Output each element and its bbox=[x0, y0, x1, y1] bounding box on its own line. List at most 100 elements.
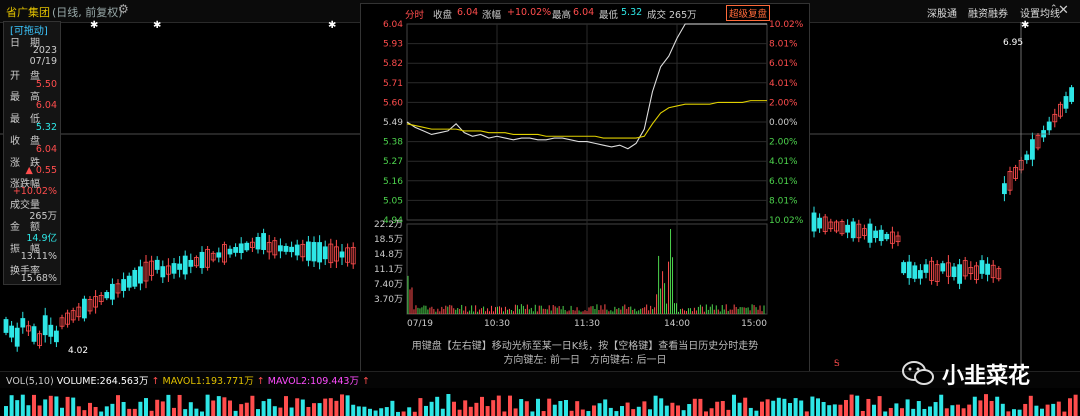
volume-strip-bar bbox=[452, 401, 456, 416]
candle-body bbox=[289, 246, 295, 253]
volume-strip-bar bbox=[362, 406, 367, 416]
volume-strip-bar bbox=[1051, 403, 1056, 416]
volume-strip-bar bbox=[956, 404, 960, 416]
watermark: 小韭菜花 bbox=[900, 356, 1070, 390]
volume-strip-bar bbox=[306, 406, 311, 416]
volume-strip-bar bbox=[323, 398, 328, 416]
candle-body bbox=[1063, 96, 1069, 109]
volume-strip-bar bbox=[659, 398, 664, 416]
candle-body bbox=[811, 212, 817, 232]
candle-body bbox=[985, 263, 990, 275]
volume-strip-bar bbox=[849, 394, 854, 416]
candle-body bbox=[54, 330, 59, 343]
volume-strip-bar bbox=[782, 398, 787, 416]
volume-strip-bar bbox=[715, 401, 720, 416]
candle-body bbox=[912, 265, 918, 279]
pct-tick-label: 4.01% bbox=[769, 79, 798, 89]
volume-strip-bar bbox=[519, 399, 524, 416]
event-marker-icon[interactable]: Ꭶ bbox=[834, 359, 840, 369]
volume-strip-bar bbox=[631, 409, 636, 416]
volume-strip-bar bbox=[776, 397, 781, 416]
pct-tick-label: 6.01% bbox=[769, 177, 798, 187]
candle-body bbox=[979, 260, 985, 274]
volume-strip-bar bbox=[821, 401, 826, 416]
volume-strip-bar bbox=[256, 409, 260, 416]
volume-strip-bar bbox=[502, 411, 507, 416]
volume-strip-bar bbox=[295, 398, 300, 416]
timeshare-chart[interactable]: 6.04 10.02% 5.93 8.01% 5.82 6.01% 5.71 4.01% 5.6… bbox=[361, 4, 809, 374]
candle-body bbox=[132, 269, 138, 287]
volume-strip-bar bbox=[743, 397, 748, 416]
volume-strip-bar bbox=[676, 405, 680, 416]
candle-body bbox=[261, 233, 267, 250]
candle-body bbox=[845, 224, 850, 233]
volume-strip-bar bbox=[418, 398, 423, 416]
candle-body bbox=[227, 248, 233, 255]
volume-strip-bar bbox=[866, 398, 871, 416]
volume-strip-bar bbox=[754, 410, 759, 416]
candle-body bbox=[951, 266, 957, 278]
info-panel[interactable]: [可拖动] 日 期 2023 07/19 开 盘 5.50 最 高 6.04 最… bbox=[3, 21, 61, 285]
candle-body bbox=[160, 266, 166, 278]
volume-strip-bar bbox=[37, 405, 42, 416]
candle-body bbox=[873, 230, 878, 239]
volume-strip-bar bbox=[664, 405, 669, 416]
candle-body bbox=[188, 259, 194, 267]
volume-strip-bar bbox=[1040, 408, 1044, 416]
candle-body bbox=[182, 255, 188, 275]
pct-tick-label: 0.00% bbox=[769, 118, 798, 128]
volume-strip-bar bbox=[480, 396, 484, 416]
volume-strip-bar bbox=[345, 395, 350, 416]
price-tick-label: 5.38 bbox=[383, 138, 403, 148]
volume-strip-bar bbox=[239, 404, 244, 416]
volume-strip-bar bbox=[894, 403, 899, 416]
volume-strip-bar bbox=[233, 410, 238, 416]
candle-body bbox=[884, 233, 890, 240]
volume-strip-bar bbox=[166, 394, 171, 416]
volume-strip-bar bbox=[1056, 401, 1061, 416]
timeshare-popup[interactable]: 分时 收盘 6.04 涨幅 +10.02% 最高 6.04 最低 5.32 成交… bbox=[360, 3, 810, 375]
volume-tick-label: 14.8万 bbox=[374, 250, 403, 260]
volume-strip-bar bbox=[1017, 409, 1022, 416]
volume-strip-bar bbox=[407, 407, 412, 416]
gear-icon[interactable]: ⚙ bbox=[118, 3, 130, 15]
volume-strip-bar bbox=[524, 401, 529, 416]
volume-strip-bar bbox=[788, 403, 792, 416]
candle-body bbox=[294, 244, 300, 256]
volume-strip-bar bbox=[944, 408, 949, 416]
close-icon[interactable]: ✕ bbox=[1058, 3, 1069, 18]
volume-strip-bar bbox=[989, 400, 994, 416]
volume-strip-bar bbox=[43, 399, 48, 416]
arrow-key-hint: 方向键左: 前一日 方向键右: 后一日 bbox=[503, 355, 667, 366]
volume-strip-bar bbox=[334, 400, 339, 416]
volume-strip-bar bbox=[552, 404, 557, 416]
volume-strip-bar bbox=[228, 400, 232, 416]
volume-strip-bar bbox=[648, 409, 652, 416]
candle-body bbox=[339, 251, 345, 258]
chevron-up-icon[interactable]: ⌃ bbox=[1050, 4, 1058, 14]
candle-body bbox=[850, 221, 856, 239]
volume-strip-bar bbox=[149, 410, 154, 416]
volume-strip-bar bbox=[732, 394, 736, 416]
volume-strip-bar bbox=[440, 408, 445, 416]
volume-strip-bar bbox=[692, 398, 697, 416]
volume-strip-bar bbox=[222, 397, 227, 416]
info-value-date-year: 2023 bbox=[32, 45, 57, 56]
time-tick-label: 07/19 bbox=[407, 319, 433, 329]
volume-strip-bar bbox=[860, 410, 865, 416]
volume-strip-bar bbox=[564, 400, 568, 416]
price-tick-label: 5.05 bbox=[383, 196, 403, 206]
volume-strip-bar bbox=[88, 402, 92, 416]
volume-strip-bar bbox=[20, 394, 25, 416]
volume-strip-bar bbox=[127, 408, 132, 416]
shenzhen-connect-button[interactable]: 深股通 bbox=[927, 5, 957, 20]
info-value-amplitude: 13.11% bbox=[20, 251, 57, 262]
volume-strip-bar bbox=[547, 398, 552, 416]
volume-strip-bar bbox=[569, 410, 574, 416]
price-tick-label: 5.49 bbox=[383, 118, 403, 128]
volume-strip-bar bbox=[15, 400, 20, 416]
volume-strip-bar bbox=[642, 401, 647, 416]
margin-trading-button[interactable]: 融资融券 bbox=[968, 5, 1008, 20]
volume-tick-label: 3.70万 bbox=[374, 295, 403, 305]
volume-strip-bar bbox=[1023, 403, 1028, 416]
